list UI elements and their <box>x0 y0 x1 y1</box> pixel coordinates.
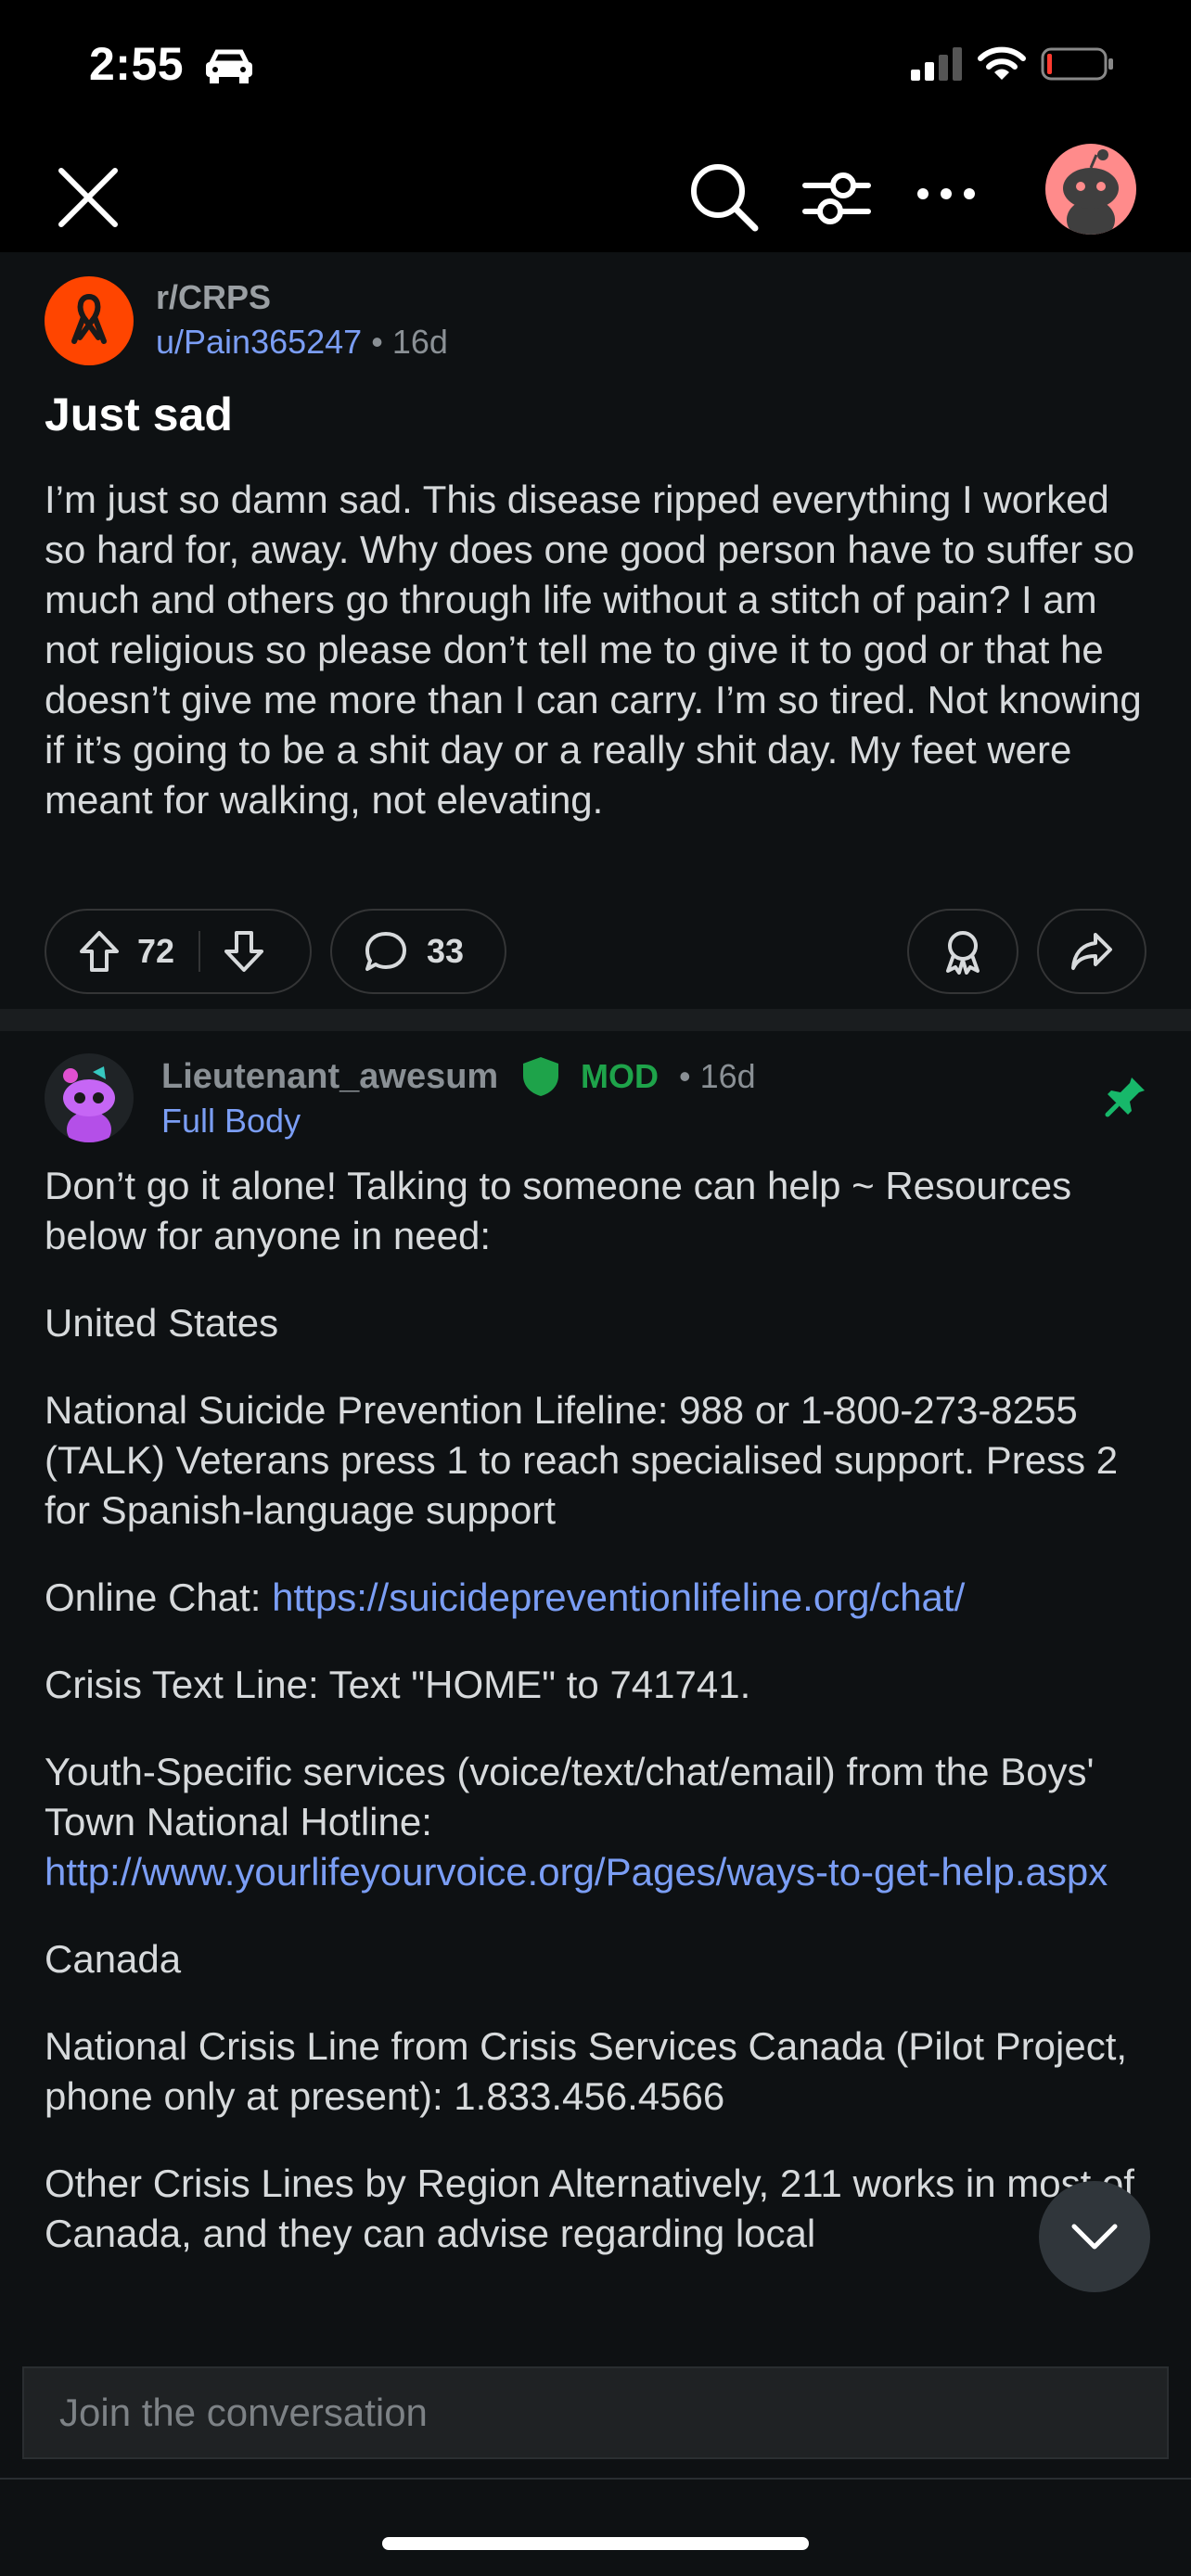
subreddit-icon[interactable] <box>45 276 134 365</box>
comment-paragraph: Canada <box>45 1937 182 1981</box>
vote-divider <box>198 931 201 972</box>
more-icon[interactable] <box>914 161 979 226</box>
chevron-down-icon <box>1071 2224 1118 2250</box>
car-icon <box>206 49 252 83</box>
section-divider <box>0 1009 1191 1031</box>
meta-separator: • <box>679 1057 691 1095</box>
paragraph-text: Youth-Specific services (voice/text/chat… <box>45 1750 1095 1843</box>
downvote-icon[interactable] <box>223 929 265 974</box>
ribbon-icon <box>71 294 107 344</box>
comment-paragraph: Crisis Text Line: Text "HOME" to 741741. <box>45 1663 751 1706</box>
scroll-down-button[interactable] <box>1039 2181 1150 2292</box>
pinned-comment: Lieutenant_awesum MOD • 16d Full Body Do… <box>0 1031 1191 2329</box>
top-nav-bar <box>0 139 1191 252</box>
snoo-avatar-icon <box>1063 149 1119 235</box>
vote-count: 72 <box>137 932 175 970</box>
mod-shield-icon <box>523 1057 558 1096</box>
signal-icon <box>911 47 962 81</box>
comment-paragraph: Online Chat: https://suicidepreventionli… <box>45 1573 1158 1623</box>
comment-author[interactable]: Lieutenant_awesum <box>161 1057 498 1097</box>
comment-meta: • 16d <box>679 1057 756 1096</box>
close-icon[interactable] <box>56 165 121 230</box>
vote-pill: 72 <box>45 909 312 994</box>
user-flair: Full Body <box>161 1102 301 1140</box>
subreddit-name[interactable]: r/CRPS <box>156 278 271 317</box>
snoo-avatar-icon <box>63 1066 115 1142</box>
comment-paragraph: National Suicide Prevention Lifeline: 98… <box>45 1388 1119 1532</box>
mod-badge: MOD <box>581 1057 659 1095</box>
paragraph-text: Online Chat: <box>45 1575 273 1619</box>
status-indicators <box>911 46 1115 82</box>
comment-age: 16d <box>699 1057 756 1095</box>
post-card: r/CRPS u/Pain365247 • 16d Just sad I’m j… <box>0 252 1191 1009</box>
home-indicator[interactable] <box>382 2537 809 2550</box>
post-author[interactable]: u/Pain365247 <box>156 323 362 361</box>
upvote-icon[interactable] <box>78 929 121 974</box>
comment-paragraph: Other Crisis Lines by Region Alternative… <box>45 2162 1134 2255</box>
filter-icon[interactable] <box>800 161 874 236</box>
comments-button[interactable]: 33 <box>330 909 506 994</box>
comment-paragraph: National Crisis Line from Crisis Service… <box>45 2024 1128 2118</box>
lifeline-chat-link[interactable]: https://suicidepreventionlifeline.org/ch… <box>272 1575 965 1619</box>
comment-input[interactable] <box>24 2368 1167 2457</box>
post-age: 16d <box>391 323 448 361</box>
award-button[interactable] <box>907 909 1018 994</box>
share-button[interactable] <box>1037 909 1146 994</box>
post-body: I’m just so damn sad. This disease rippe… <box>45 478 1142 822</box>
pin-icon <box>1105 1078 1145 1117</box>
award-icon <box>946 931 980 975</box>
comment-paragraph: United States <box>45 1301 279 1345</box>
comment-composer <box>22 2366 1169 2459</box>
youth-hotline-link[interactable]: http://www.yourlifeyourvoice.org/Pages/w… <box>45 1850 1108 1894</box>
post-title: Just sad <box>45 389 233 440</box>
wifi-icon <box>978 46 1026 80</box>
battery-icon <box>1041 47 1113 81</box>
comment-paragraph: Don’t go it alone! Talking to someone ca… <box>45 1164 1072 1257</box>
meta-separator: • <box>371 323 383 361</box>
comment-body: Don’t go it alone! Talking to someone ca… <box>45 1161 1158 2296</box>
search-icon[interactable] <box>686 159 761 234</box>
share-icon <box>1071 933 1112 970</box>
status-bar: 2:55 <box>0 0 1191 139</box>
status-time: 2:55 <box>89 38 185 90</box>
bottom-divider <box>0 2478 1191 2480</box>
comment-icon <box>365 932 406 971</box>
user-avatar[interactable] <box>1045 144 1136 235</box>
comment-count: 33 <box>427 932 465 970</box>
comment-paragraph: Youth-Specific services (voice/text/chat… <box>45 1747 1158 1897</box>
post-meta: u/Pain365247 • 16d <box>156 323 448 362</box>
composer-bar <box>0 2329 1191 2478</box>
comment-avatar[interactable] <box>45 1053 134 1142</box>
